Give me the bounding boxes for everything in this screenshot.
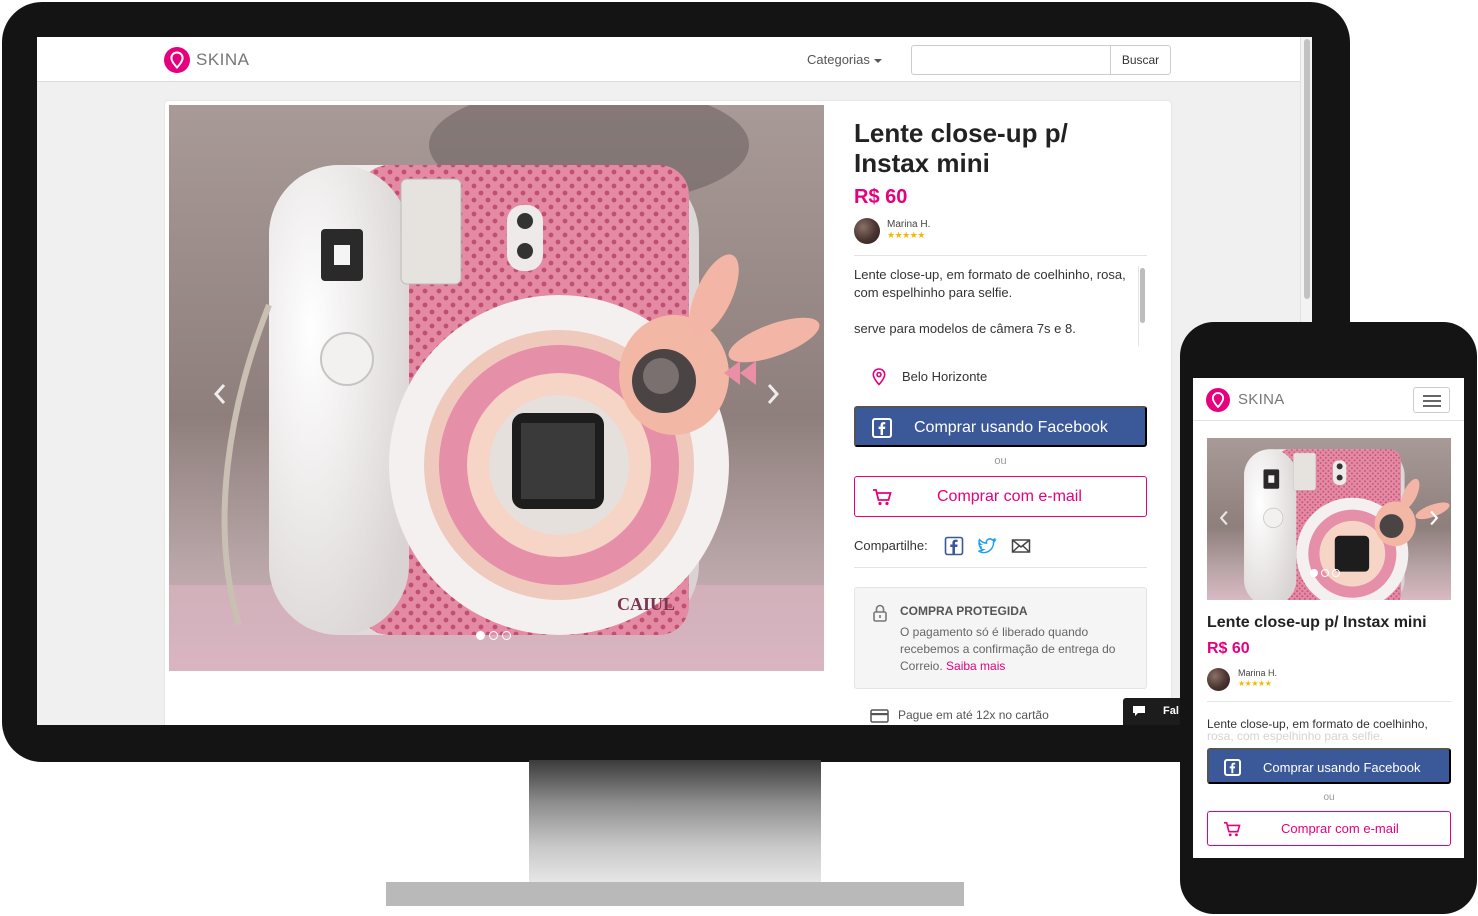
or-separator: ou bbox=[1323, 792, 1335, 803]
product-image-carousel[interactable]: CAIUL bbox=[169, 105, 824, 671]
facebook-icon bbox=[872, 418, 892, 438]
chat-bubble-icon bbox=[1133, 706, 1145, 716]
product-price: R$ 60 bbox=[1207, 640, 1250, 657]
seller-name[interactable]: Marina H. bbox=[1238, 668, 1277, 678]
location-pin-icon bbox=[872, 368, 886, 386]
product-title: Lente close-up p/ Instax mini bbox=[1207, 614, 1427, 631]
product-image-brand: CAIUL bbox=[617, 594, 675, 614]
product-price: R$ 60 bbox=[854, 186, 908, 208]
mobile-product-image-carousel[interactable] bbox=[1207, 438, 1451, 600]
twitter-share-icon[interactable] bbox=[977, 536, 997, 556]
cart-icon bbox=[873, 489, 892, 506]
chat-button[interactable]: Fal bbox=[1123, 698, 1183, 725]
brand-name[interactable]: SKINA bbox=[1238, 391, 1285, 408]
buy-with-facebook-label: Comprar usando Facebook bbox=[1263, 760, 1421, 775]
buy-with-facebook-button[interactable]: Comprar usando Facebook bbox=[854, 406, 1147, 447]
categories-label: Categorias bbox=[807, 52, 870, 67]
product-description: Lente close-up, em formato de coelhinho,… bbox=[1207, 715, 1457, 746]
divider bbox=[1207, 701, 1451, 702]
carousel-dot[interactable] bbox=[502, 631, 511, 640]
search-input[interactable] bbox=[911, 45, 1110, 75]
hamburger-line bbox=[1423, 395, 1441, 397]
scrollbar-thumb[interactable] bbox=[1140, 268, 1145, 323]
seller-avatar[interactable] bbox=[1207, 668, 1230, 691]
chat-label: Fal bbox=[1163, 705, 1179, 717]
categories-dropdown[interactable]: Categorias bbox=[807, 52, 882, 67]
facebook-share-icon[interactable] bbox=[944, 536, 964, 556]
credit-card-icon bbox=[870, 709, 889, 723]
description-paragraph: serve para modelos de câmera 7s e 8. bbox=[854, 321, 1076, 336]
product-description[interactable]: Lente close-up, em formato de coelhinho,… bbox=[854, 266, 1129, 356]
hamburger-line bbox=[1423, 400, 1441, 402]
carousel-prev-icon[interactable] bbox=[213, 383, 227, 405]
carousel-prev-icon[interactable] bbox=[1219, 510, 1229, 526]
divider bbox=[854, 255, 1147, 256]
payment-installments: Pague em até 12x no cartão bbox=[898, 708, 1049, 722]
skina-logo-icon[interactable] bbox=[164, 47, 190, 73]
buy-with-email-label: Comprar com e-mail bbox=[1281, 821, 1399, 836]
carousel-dot[interactable] bbox=[1321, 569, 1329, 577]
facebook-icon bbox=[1224, 759, 1241, 776]
or-separator: ou bbox=[994, 455, 1007, 467]
buy-with-facebook-button[interactable]: Comprar usando Facebook bbox=[1207, 748, 1451, 784]
buy-with-facebook-label: Comprar usando Facebook bbox=[914, 419, 1108, 436]
buy-with-email-label: Comprar com e-mail bbox=[937, 488, 1082, 505]
monitor-stand bbox=[529, 760, 821, 882]
divider bbox=[854, 567, 1147, 568]
skina-logo-icon[interactable] bbox=[1206, 388, 1230, 412]
carousel-dot[interactable] bbox=[476, 631, 485, 640]
description-scrollbar[interactable] bbox=[1138, 266, 1146, 346]
lock-icon bbox=[873, 604, 887, 622]
product-photo: CAIUL bbox=[169, 105, 824, 671]
buy-with-email-button[interactable]: Comprar com e-mail bbox=[854, 476, 1147, 517]
carousel-dot[interactable] bbox=[1310, 569, 1318, 577]
hamburger-line bbox=[1423, 405, 1441, 407]
mobile-navbar: SKINA bbox=[1193, 378, 1464, 421]
learn-more-link[interactable]: Saiba mais bbox=[946, 659, 1005, 673]
caret-down-icon bbox=[873, 58, 882, 63]
brand-name[interactable]: SKINA bbox=[196, 50, 250, 70]
product-title: Lente close-up p/ Instax mini bbox=[854, 118, 1068, 178]
carousel-next-icon[interactable] bbox=[1429, 510, 1439, 526]
description-paragraph: Lente close-up, em formato de coelhinho,… bbox=[854, 267, 1126, 300]
mobile-screen: SKINA Lente close-up p/ Instax mini R$ 6… bbox=[1193, 378, 1464, 858]
carousel-next-icon[interactable] bbox=[766, 383, 780, 405]
carousel-indicators bbox=[476, 631, 511, 640]
seller-name[interactable]: Marina H. bbox=[887, 219, 930, 230]
carousel-indicators bbox=[1310, 569, 1340, 577]
desktop-screen: SKINA Categorias Buscar CAIUL Lente clos… bbox=[37, 37, 1312, 725]
hamburger-menu-button[interactable] bbox=[1413, 387, 1450, 413]
protected-purchase-body: O pagamento só é liberado quando recebem… bbox=[900, 625, 1116, 673]
cart-icon bbox=[1224, 821, 1241, 837]
protected-purchase-box: COMPRA PROTEGIDA O pagamento só é libera… bbox=[854, 587, 1147, 689]
seller-rating-stars: ★★★★★ bbox=[1238, 679, 1272, 688]
mockup-stage: SKINA Categorias Buscar CAIUL Lente clos… bbox=[0, 0, 1478, 916]
seller-rating-stars: ★★★★★ bbox=[887, 230, 925, 240]
monitor-stand-base bbox=[386, 882, 964, 906]
share-label: Compartilhe: bbox=[854, 538, 928, 553]
navbar: SKINA Categorias Buscar bbox=[37, 37, 1300, 82]
seller-avatar[interactable] bbox=[854, 218, 880, 244]
protected-purchase-text: O pagamento só é liberado quando recebem… bbox=[900, 624, 1130, 675]
carousel-dot[interactable] bbox=[1332, 569, 1340, 577]
protected-purchase-title: COMPRA PROTEGIDA bbox=[900, 604, 1028, 618]
mail-share-icon[interactable] bbox=[1011, 536, 1031, 556]
buy-with-email-button[interactable]: Comprar com e-mail bbox=[1207, 811, 1451, 846]
product-card: CAIUL Lente close-up p/ Instax mini R$ 6… bbox=[164, 100, 1172, 725]
scrollbar-thumb[interactable] bbox=[1304, 39, 1310, 299]
product-location: Belo Horizonte bbox=[902, 369, 988, 384]
carousel-dot[interactable] bbox=[489, 631, 498, 640]
search-button[interactable]: Buscar bbox=[1110, 45, 1171, 75]
